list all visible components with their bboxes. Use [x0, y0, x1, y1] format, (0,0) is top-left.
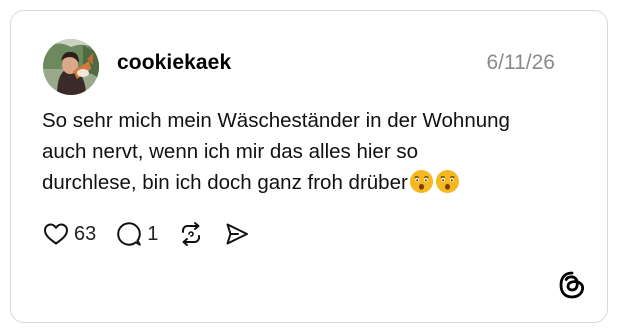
post-text-line: durchlese, bin ich doch ganz froh drüber: [42, 171, 408, 194]
heart-icon: [44, 223, 68, 245]
post-text-line: auch nervt, wenn ich mir das alles hier …: [42, 140, 419, 163]
post-text-line-last: durchlese, bin ich doch ganz froh drüber: [42, 167, 582, 198]
like-count: 63: [74, 222, 97, 245]
action-bar: 63 1: [43, 220, 270, 248]
post-card[interactable]: cookiekaek 6/11/26 So sehr mich mein Wäs…: [10, 10, 608, 323]
username[interactable]: cookiekaek: [117, 51, 231, 75]
share-icon: [226, 223, 249, 245]
face-with-open-mouth-emoji: [435, 169, 459, 194]
post-text: So sehr mich mein Wäscheständer in der W…: [42, 105, 582, 198]
post-date: 6/11/26: [486, 51, 555, 74]
avatar-image: [43, 39, 99, 95]
like-button[interactable]: 63: [43, 222, 96, 246]
repost-button[interactable]: [178, 221, 204, 247]
avatar[interactable]: [43, 39, 99, 95]
face-with-open-mouth-emoji: [409, 169, 433, 194]
repost-icon: [182, 222, 201, 246]
reply-button[interactable]: 1: [116, 221, 158, 247]
comment-icon: [117, 222, 142, 246]
threads-logo-icon[interactable]: [557, 270, 587, 300]
post-text-line: So sehr mich mein Wäscheständer in der W…: [42, 109, 510, 132]
share-button[interactable]: [224, 221, 250, 247]
reply-count: 1: [147, 222, 159, 245]
